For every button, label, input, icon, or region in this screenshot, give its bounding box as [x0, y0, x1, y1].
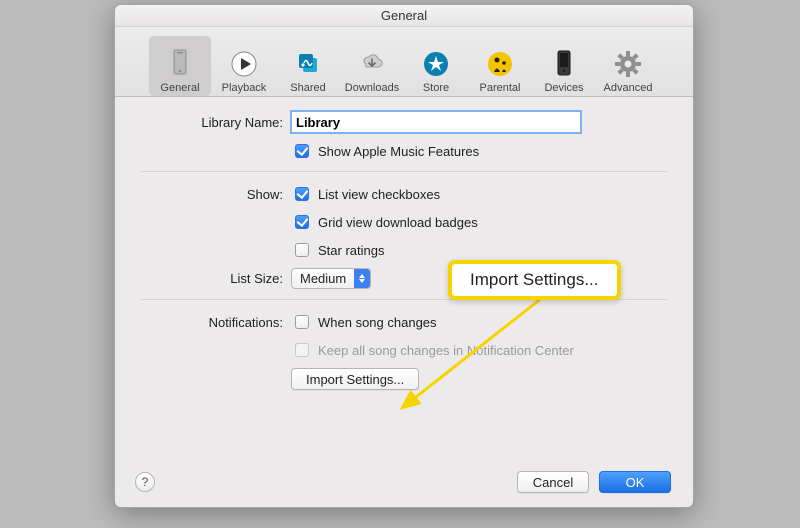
preferences-toolbar: General Playback Shared	[115, 27, 693, 97]
toolbar-tab-label: Downloads	[345, 82, 399, 94]
chevron-up-down-icon	[354, 269, 370, 288]
when-song-changes-input[interactable]	[295, 315, 309, 329]
toolbar-tab-label: Parental	[480, 82, 521, 94]
preferences-window: General General Playback	[114, 4, 694, 508]
toolbar-tab-label: Shared	[290, 82, 325, 94]
show-apple-music-checkbox-label: Show Apple Music Features	[318, 144, 479, 159]
when-song-changes-checkbox[interactable]: When song changes	[291, 312, 437, 332]
keep-changes-checkbox: Keep all song changes in Notification Ce…	[291, 340, 574, 360]
help-button[interactable]: ?	[135, 472, 155, 492]
import-settings-button[interactable]: Import Settings...	[291, 368, 419, 390]
toolbar-tab-label: Store	[423, 82, 449, 94]
devices-icon	[548, 48, 580, 80]
grid-view-badges-checkbox[interactable]: Grid view download badges	[291, 212, 478, 232]
keep-changes-input	[295, 343, 309, 357]
show-label: Show:	[141, 187, 291, 202]
star-ratings-label: Star ratings	[318, 243, 384, 258]
downloads-icon	[356, 48, 388, 80]
content-area: Library Name: Show Apple Music Features …	[115, 97, 693, 408]
callout-text: Import Settings...	[470, 270, 599, 289]
gear-icon	[612, 48, 644, 80]
show-apple-music-checkbox[interactable]: Show Apple Music Features	[291, 141, 479, 161]
toolbar-tab-devices[interactable]: Devices	[533, 36, 595, 96]
ok-button-label: OK	[626, 475, 645, 490]
grid-view-badges-input[interactable]	[295, 215, 309, 229]
star-ratings-input[interactable]	[295, 243, 309, 257]
shared-icon	[292, 48, 324, 80]
ok-button[interactable]: OK	[599, 471, 671, 493]
list-size-value: Medium	[292, 271, 354, 286]
grid-view-badges-label: Grid view download badges	[318, 215, 478, 230]
help-icon: ?	[142, 475, 149, 489]
toolbar-tab-general[interactable]: General	[149, 36, 211, 96]
when-song-changes-label: When song changes	[318, 315, 437, 330]
callout-import-settings: Import Settings...	[448, 260, 621, 300]
toolbar-tab-label: Playback	[222, 82, 267, 94]
cancel-button-label: Cancel	[533, 475, 573, 490]
library-name-input[interactable]	[291, 111, 581, 133]
list-view-checkboxes-label: List view checkboxes	[318, 187, 440, 202]
general-icon	[164, 48, 196, 80]
star-ratings-checkbox[interactable]: Star ratings	[291, 240, 384, 260]
toolbar-tab-parental[interactable]: Parental	[469, 36, 531, 96]
window-title: General	[381, 8, 427, 23]
list-view-checkboxes-input[interactable]	[295, 187, 309, 201]
list-size-label: List Size:	[141, 271, 291, 286]
show-apple-music-checkbox-input[interactable]	[295, 144, 309, 158]
toolbar-tab-store[interactable]: Store	[405, 36, 467, 96]
cancel-button[interactable]: Cancel	[517, 471, 589, 493]
library-name-label: Library Name:	[141, 115, 291, 130]
footer: ? Cancel OK	[135, 471, 671, 493]
playback-icon	[228, 48, 260, 80]
toolbar-tab-playback[interactable]: Playback	[213, 36, 275, 96]
keep-changes-label: Keep all song changes in Notification Ce…	[318, 343, 574, 358]
toolbar-tab-label: General	[160, 82, 199, 94]
store-icon	[420, 48, 452, 80]
parental-icon	[484, 48, 516, 80]
toolbar-tab-label: Advanced	[604, 82, 653, 94]
toolbar-tab-shared[interactable]: Shared	[277, 36, 339, 96]
notifications-label: Notifications:	[141, 315, 291, 330]
list-size-select[interactable]: Medium	[291, 268, 371, 289]
toolbar-tab-label: Devices	[544, 82, 583, 94]
window-titlebar: General	[115, 5, 693, 27]
toolbar-tab-advanced[interactable]: Advanced	[597, 36, 659, 96]
list-view-checkboxes-checkbox[interactable]: List view checkboxes	[291, 184, 440, 204]
import-settings-button-label: Import Settings...	[306, 372, 404, 387]
toolbar-tab-downloads[interactable]: Downloads	[341, 36, 403, 96]
divider	[141, 171, 667, 172]
